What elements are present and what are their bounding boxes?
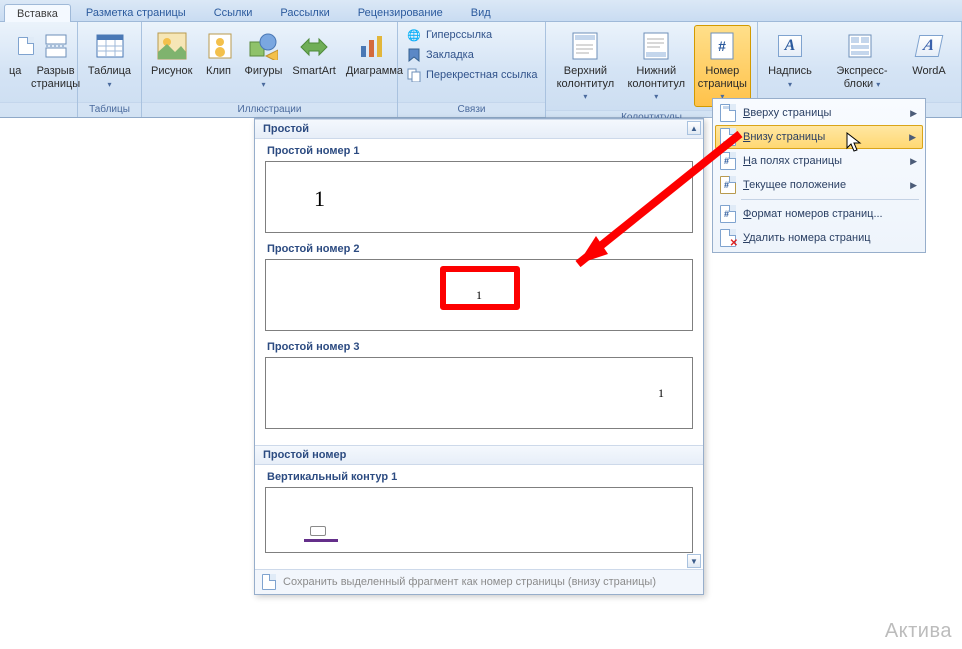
tab-mailings[interactable]: Рассылки xyxy=(267,3,342,21)
chart-button[interactable]: Диаграмма xyxy=(343,25,401,82)
wordart-icon: A xyxy=(915,35,944,57)
page-break-button[interactable]: Разрыв страницы xyxy=(28,25,83,94)
svg-text:#: # xyxy=(718,38,726,54)
gallery-item-vertical-1[interactable] xyxy=(265,487,693,553)
textbox-button[interactable]: A Надпись▾ xyxy=(764,25,816,94)
globe-icon: 🌐 xyxy=(406,27,422,43)
gallery-item-title: Вертикальный контур 1 xyxy=(265,471,693,483)
page-top-icon xyxy=(719,104,737,122)
submenu-arrow-icon: ▶ xyxy=(909,132,916,143)
submenu-arrow-icon: ▶ xyxy=(910,108,917,119)
tab-review[interactable]: Рецензирование xyxy=(345,3,456,21)
tab-page-layout[interactable]: Разметка страницы xyxy=(73,3,199,21)
cross-ref-button[interactable]: Перекрестная ссылка xyxy=(404,66,544,84)
footer-button[interactable]: Нижний колонтитул ▾ xyxy=(623,25,690,107)
gallery-save-selection[interactable]: Сохранить выделенный фрагмент как номер … xyxy=(255,569,703,594)
table-button[interactable]: Таблица▾ xyxy=(84,25,135,94)
clipart-button[interactable]: Клип xyxy=(200,25,238,82)
shapes-button[interactable]: Фигуры▾ xyxy=(242,25,286,94)
menu-top-of-page[interactable]: Вверху страницы ▶ xyxy=(715,101,923,125)
tab-references[interactable]: Ссылки xyxy=(201,3,266,21)
activation-watermark: Актива xyxy=(885,620,952,643)
picture-button[interactable]: Рисунок xyxy=(148,25,196,82)
annotation-highlight xyxy=(440,266,520,310)
textbox-icon: A xyxy=(778,35,802,57)
gallery-scroll-down[interactable]: ▼ xyxy=(687,554,701,568)
bookmark-button[interactable]: Закладка xyxy=(404,46,480,64)
hyperlink-button[interactable]: 🌐Гиперссылка xyxy=(404,26,498,44)
tab-view[interactable]: Вид xyxy=(458,3,504,21)
bookmark-icon xyxy=(406,47,422,63)
tab-insert[interactable]: Вставка xyxy=(4,4,71,22)
submenu-arrow-icon: ▶ xyxy=(910,180,917,191)
wordart-button[interactable]: A WordA xyxy=(908,25,950,82)
header-button[interactable]: Верхний колонтитул ▾ xyxy=(552,25,619,107)
cross-ref-icon xyxy=(406,67,422,83)
save-icon xyxy=(261,574,277,590)
gallery-section-header: Простой номер xyxy=(255,445,703,465)
smartart-button[interactable]: SmartArt xyxy=(289,25,338,82)
submenu-arrow-icon: ▶ xyxy=(910,156,917,167)
blank-page-button[interactable]: ца xyxy=(6,25,24,82)
quickparts-button[interactable]: Экспресс-блоки ▾ xyxy=(820,25,904,94)
page-number-button[interactable]: # Номер страницы ▾ xyxy=(694,25,751,107)
annotation-arrow xyxy=(530,124,790,294)
gallery-item-plain-3[interactable]: 1 xyxy=(265,357,693,429)
ribbon-tabs: Вставка Разметка страницы Ссылки Рассылк… xyxy=(0,0,962,22)
gallery-item-title: Простой номер 3 xyxy=(265,341,693,353)
